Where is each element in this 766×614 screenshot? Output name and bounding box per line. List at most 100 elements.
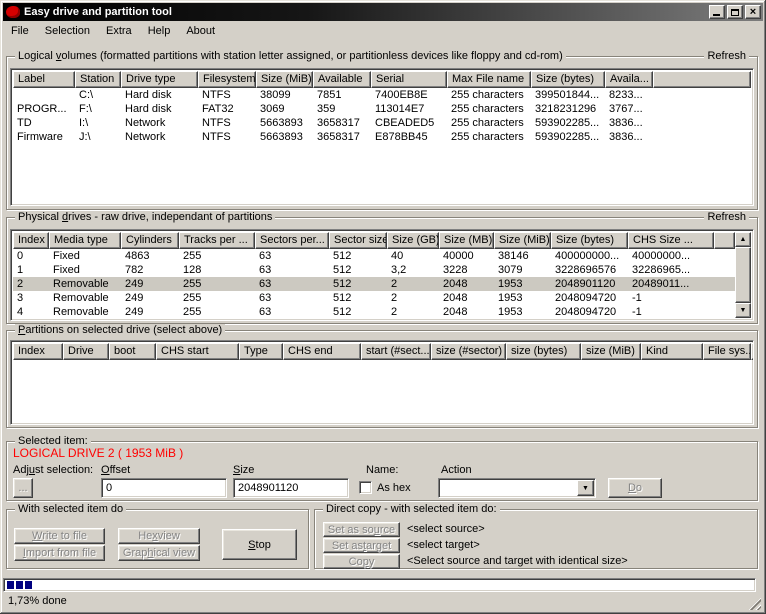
maximize-icon [731, 9, 739, 16]
table-row[interactable]: 0Fixed486325563512404000038146400000000.… [13, 249, 735, 263]
column-header[interactable]: Type [239, 343, 283, 360]
column-header[interactable]: Label [13, 71, 75, 88]
column-header[interactable]: Size (GB) [387, 232, 439, 249]
column-header[interactable]: CHS start [156, 343, 239, 360]
column-header[interactable]: CHS end [283, 343, 361, 360]
maximize-button[interactable] [727, 5, 743, 19]
vertical-scrollbar[interactable]: ▲ ▼ [735, 232, 751, 318]
table-cell: 255 characters [447, 102, 531, 116]
column-header[interactable]: Size (MiB) [256, 71, 313, 88]
with-selected-group: With selected item do Write to file Impo… [6, 509, 309, 569]
column-header[interactable]: Drive type [121, 71, 198, 88]
column-header[interactable]: Size (bytes) [551, 232, 628, 249]
table-row[interactable]: FirmwareJ:\NetworkNTFS56638933658317E878… [13, 130, 751, 144]
set-as-target-button[interactable]: Set as target [323, 538, 400, 553]
menu-extra[interactable]: Extra [98, 23, 140, 39]
table-cell: 249 [121, 291, 179, 305]
column-header[interactable]: size (#sector) [431, 343, 506, 360]
column-header[interactable]: Available [313, 71, 371, 88]
source-hint: <select source> [407, 523, 485, 535]
table-row[interactable]: 1Fixed782128635123,232283079322869657632… [13, 263, 735, 277]
table-row[interactable]: PROGR...F:\Hard diskFAT323069359113014E7… [13, 102, 751, 116]
menu-about[interactable]: About [178, 23, 223, 39]
column-header[interactable]: start (#sect... [361, 343, 431, 360]
offset-input[interactable] [101, 478, 227, 498]
logical-volumes-group: Logical volumes (formatted partitions wi… [6, 56, 758, 210]
size-input[interactable] [233, 478, 349, 498]
table-cell: 3228696576 [551, 263, 628, 277]
table-cell: Removable [49, 305, 121, 318]
column-header[interactable]: Drive [63, 343, 109, 360]
table-cell: 63 [255, 277, 329, 291]
column-header[interactable]: Filesystem [198, 71, 256, 88]
column-header[interactable]: Size (bytes) [531, 71, 605, 88]
table-cell: 2048901120 [551, 277, 628, 291]
offset-label: Offset [101, 464, 130, 476]
column-header[interactable]: Index [13, 232, 49, 249]
action-select[interactable]: ▼ [438, 478, 596, 498]
table-cell: -1 [628, 291, 714, 305]
column-header[interactable]: Station [75, 71, 121, 88]
copy-hint: <Select source and target with identical… [407, 555, 628, 567]
do-button[interactable]: Do [608, 478, 662, 498]
column-header[interactable]: Sectors per... [255, 232, 329, 249]
column-header[interactable]: Index [13, 343, 63, 360]
table-row[interactable]: 4Removable249255635122204819532048094720… [13, 305, 735, 318]
table-cell: 512 [329, 277, 387, 291]
partitions-table[interactable]: IndexDrivebootCHS startTypeCHS endstart … [10, 340, 754, 425]
graphical-view-button[interactable]: Graphical view [118, 545, 200, 561]
table-cell: 255 characters [447, 88, 531, 102]
scroll-up-button[interactable]: ▲ [735, 232, 751, 247]
column-header[interactable]: CHS Size ... [628, 232, 714, 249]
scroll-down-button[interactable]: ▼ [735, 303, 751, 318]
logical-volumes-table[interactable]: LabelStationDrive typeFilesystemSize (Mi… [10, 68, 754, 206]
import-from-file-button[interactable]: Import from file [14, 545, 105, 561]
table-cell: 1953 [494, 277, 551, 291]
column-header[interactable]: Kind [641, 343, 703, 360]
table-cell: 113014E7 [371, 102, 447, 116]
set-as-source-button[interactable]: Set as source [323, 522, 400, 537]
table-row[interactable]: TDI:\NetworkNTFS56638933658317CBEADED525… [13, 116, 751, 130]
write-to-file-button[interactable]: Write to file [14, 528, 105, 544]
table-cell: 3218231296 [531, 102, 605, 116]
physical-drives-refresh-link[interactable]: Refresh [704, 211, 749, 224]
menu-help[interactable]: Help [140, 23, 179, 39]
column-header[interactable]: Cylinders [121, 232, 179, 249]
column-header[interactable]: Tracks per ... [179, 232, 255, 249]
table-cell: 399501844... [531, 88, 605, 102]
column-header[interactable]: Serial [371, 71, 447, 88]
column-header[interactable]: Max File name [447, 71, 531, 88]
table-row[interactable]: 3Removable249255635122204819532048094720… [13, 291, 735, 305]
logical-volumes-refresh-link[interactable]: Refresh [704, 50, 749, 63]
column-header[interactable]: File sys... [703, 343, 751, 360]
column-header[interactable]: boot [109, 343, 156, 360]
table-cell: CBEADED5 [371, 116, 447, 130]
table-row[interactable]: 2Removable249255635122204819532048901120… [13, 277, 735, 291]
column-header[interactable]: Media type [49, 232, 121, 249]
column-header[interactable]: size (bytes) [506, 343, 581, 360]
minimize-button[interactable] [709, 5, 725, 19]
resize-grip[interactable] [748, 597, 761, 610]
stop-button[interactable]: Stop [222, 529, 297, 560]
copy-button[interactable]: Copy [323, 554, 400, 569]
table-cell: 1953 [494, 291, 551, 305]
adjust-selection-label: Adjust selection: [13, 464, 93, 476]
column-header[interactable]: Availa... [605, 71, 653, 88]
physical-drives-table[interactable]: ▲ ▼ IndexMedia typeCylindersTracks per .… [10, 229, 754, 321]
hex-view-button[interactable]: Hex view [118, 528, 200, 544]
column-header[interactable]: size (MiB) [581, 343, 641, 360]
as-hex-checkbox[interactable] [359, 481, 372, 494]
column-header[interactable]: Sector size [329, 232, 387, 249]
menu-file[interactable]: File [3, 23, 37, 39]
action-select-button[interactable]: ▼ [577, 480, 594, 496]
table-row[interactable]: C:\Hard diskNTFS3809978517400EB8E255 cha… [13, 88, 751, 102]
adjust-ellipsis-button[interactable]: ... [13, 478, 33, 498]
column-header[interactable]: Size (MiB) [494, 232, 551, 249]
partitions-legend: Partitions on selected drive (select abo… [15, 324, 225, 337]
close-button[interactable]: × [745, 5, 761, 19]
table-cell: Hard disk [121, 88, 198, 102]
scrollbar-thumb[interactable] [735, 247, 751, 303]
menu-selection[interactable]: Selection [37, 23, 98, 39]
column-header[interactable]: Size (MB) [439, 232, 494, 249]
title-bar[interactable]: Easy drive and partition tool × [3, 3, 763, 21]
